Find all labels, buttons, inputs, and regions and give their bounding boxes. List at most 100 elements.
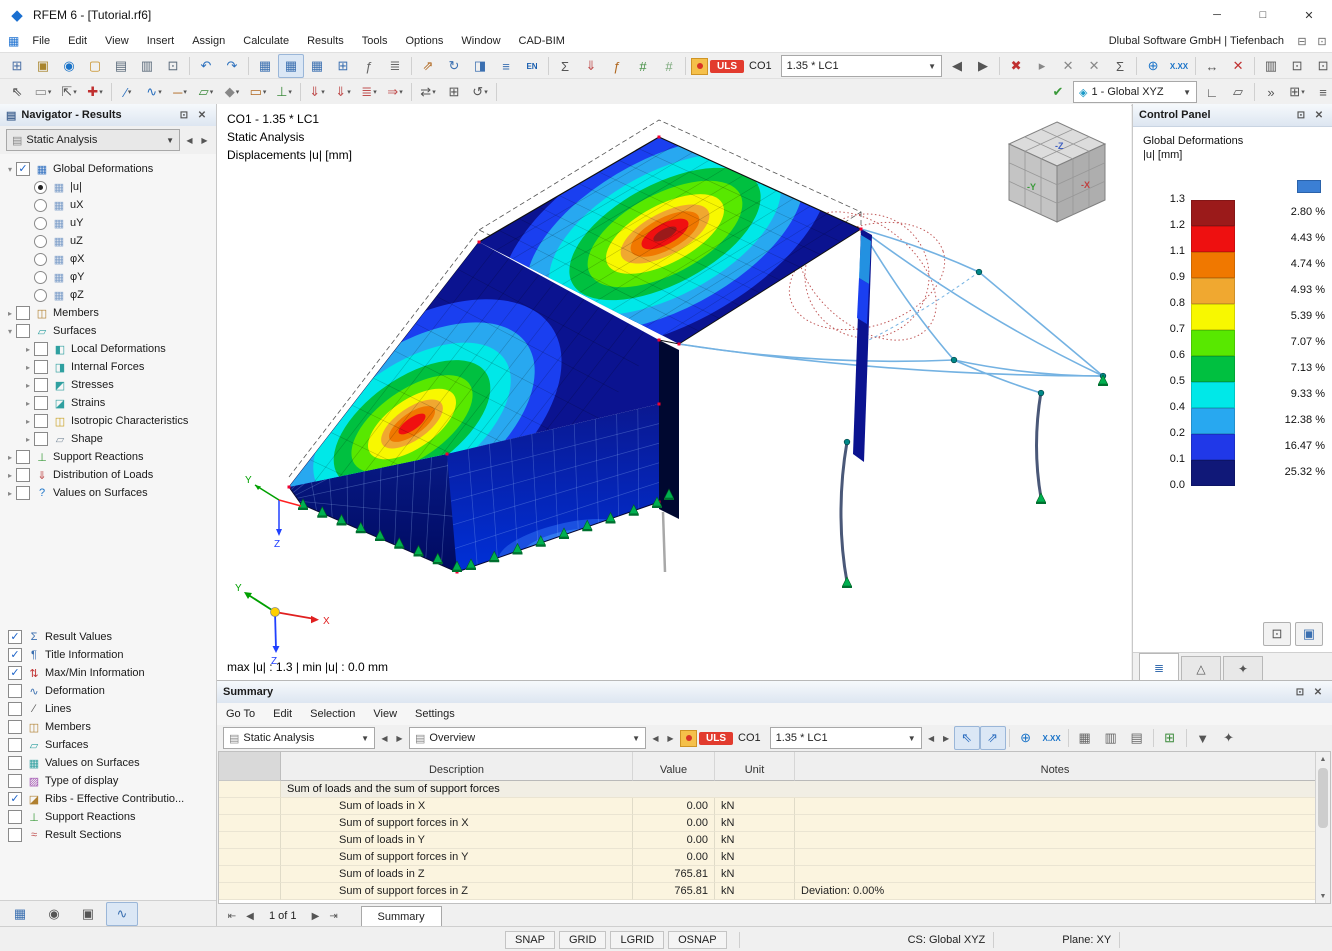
checkbox-unchecked[interactable] xyxy=(8,702,22,716)
menu-tools[interactable]: Tools xyxy=(353,32,397,50)
scale-band-4[interactable] xyxy=(1191,304,1235,330)
lgrid-toggle[interactable]: LGRID xyxy=(610,930,665,949)
option-type-of-display[interactable]: ▨ Type of display xyxy=(0,772,216,790)
open-file-icon[interactable]: ▢ xyxy=(82,54,108,78)
maximize-button[interactable]: □ xyxy=(1240,0,1286,30)
node-new-icon[interactable]: ✚ ▾ xyxy=(82,80,108,104)
scale-band-5[interactable] xyxy=(1191,330,1235,356)
summary-view-combo[interactable]: ▤ Overview ▼ xyxy=(409,727,646,749)
transform-move-icon[interactable]: ⇗ xyxy=(415,54,441,78)
load-node-icon[interactable]: ⇓ ▾ xyxy=(304,80,330,104)
cell-unit[interactable]: kN xyxy=(715,866,795,883)
solid-new-icon[interactable]: ◆ ▾ xyxy=(219,80,245,104)
scale-band-3[interactable] xyxy=(1191,278,1235,304)
checkbox-unchecked[interactable] xyxy=(34,342,48,356)
scroll-up-icon[interactable]: ▲ xyxy=(1316,752,1330,766)
save-icon[interactable]: ▤ xyxy=(108,54,134,78)
radio-unselected[interactable] xyxy=(34,270,47,284)
first-page-button[interactable]: ⇤ xyxy=(223,911,241,922)
option-members[interactable]: ◫ Members xyxy=(0,718,216,736)
tree-caret-icon[interactable]: ▸ xyxy=(22,435,34,444)
print-graphic-icon[interactable]: ▥ xyxy=(1258,54,1284,78)
checkbox-unchecked[interactable] xyxy=(8,756,22,770)
tree-item-uz[interactable]: ▦ uZ xyxy=(0,232,216,250)
scroll-thumb[interactable] xyxy=(1318,768,1328,828)
osnap-toggle[interactable]: OSNAP xyxy=(668,930,727,949)
opening-new-icon[interactable]: ▭ ▾ xyxy=(245,80,271,104)
tree-item-ux[interactable]: ▦ uX xyxy=(0,196,216,214)
checkbox-unchecked[interactable] xyxy=(8,828,22,842)
load-member-icon[interactable]: ⇓ ▾ xyxy=(330,80,356,104)
column-header-description[interactable]: Description xyxy=(281,752,633,781)
summary-prev-view-button[interactable]: ◀ xyxy=(648,728,663,748)
scale-band-2[interactable] xyxy=(1191,252,1235,278)
checkbox-checked[interactable]: ✓ xyxy=(8,648,22,662)
tree-item--x[interactable]: ▦ φX xyxy=(0,250,216,268)
section-row-label[interactable]: Sum of loads and the sum of support forc… xyxy=(281,781,1316,798)
line-new-icon[interactable]: ∕ ▾ xyxy=(115,80,141,104)
checkbox-unchecked[interactable] xyxy=(16,324,30,338)
cell-description[interactable]: Sum of loads in X xyxy=(281,798,633,815)
tree-caret-icon[interactable]: ▸ xyxy=(22,399,34,408)
mesh-settings-icon[interactable]: # xyxy=(656,54,682,78)
radio-unselected[interactable] xyxy=(34,252,47,266)
table-view-2-icon[interactable]: ▥ xyxy=(1098,726,1124,750)
tree-item-internal-forces[interactable]: ▸ ◨ Internal Forces xyxy=(0,358,216,376)
radio-unselected[interactable] xyxy=(34,288,47,302)
radio-unselected[interactable] xyxy=(34,216,47,230)
frame-2-icon[interactable]: ⊡ xyxy=(1310,54,1332,78)
cell-description[interactable]: Sum of loads in Z xyxy=(281,866,633,883)
tree-item-uy[interactable]: ▦ uY xyxy=(0,214,216,232)
menu-calculate[interactable]: Calculate xyxy=(234,32,298,50)
export-table-icon[interactable]: ⊞ xyxy=(1157,726,1183,750)
frame-1-icon[interactable]: ⊡ xyxy=(1284,54,1310,78)
new-window-icon[interactable]: ⊞ ▾ xyxy=(1284,80,1310,104)
transform-rotate-icon[interactable]: ↻ xyxy=(441,54,467,78)
panel-options-button[interactable]: ⊡ xyxy=(1263,622,1291,646)
checkbox-unchecked[interactable] xyxy=(34,432,48,446)
delete-results-icon[interactable]: ✖ xyxy=(1003,54,1029,78)
edit-move-icon[interactable]: ⇄ ▾ xyxy=(415,80,441,104)
summary-close-icon[interactable]: ✕ xyxy=(1310,684,1326,700)
web-service-icon[interactable]: ◉ xyxy=(56,54,82,78)
control-panel-close-icon[interactable]: ✕ xyxy=(1311,107,1327,123)
window-list-icon[interactable]: ≡ xyxy=(1310,80,1332,104)
scale-band-0[interactable] xyxy=(1191,200,1235,226)
dimension-icon[interactable]: ↔ xyxy=(1199,54,1225,78)
cell-notes[interactable]: Deviation: 0.00% xyxy=(795,883,1316,900)
zoom-results-icon[interactable]: ⊕ xyxy=(1140,54,1166,78)
cell-unit[interactable]: kN xyxy=(715,798,795,815)
tree-item-support-reactions[interactable]: ▸ ⊥ Support Reactions xyxy=(0,448,216,466)
transform-mirror-icon[interactable]: ◨ xyxy=(467,54,493,78)
scale-band-10[interactable] xyxy=(1191,460,1235,486)
curve-new-icon[interactable]: ∿ ▾ xyxy=(141,80,167,104)
table-view-3-icon[interactable]: ▤ xyxy=(1124,726,1150,750)
scale-band-9[interactable] xyxy=(1191,434,1235,460)
sync-selection-icon[interactable]: ⇖ xyxy=(953,726,980,750)
tree-caret-icon[interactable]: ▸ xyxy=(22,417,34,426)
tree-caret-icon[interactable]: ▸ xyxy=(4,489,16,498)
spreadsheet-icon[interactable]: ⊞ xyxy=(330,54,356,78)
cell-value[interactable]: 0.00 xyxy=(633,798,715,815)
prev-analysis-button[interactable]: ◀ xyxy=(182,130,197,150)
tree-caret-icon[interactable]: ▸ xyxy=(22,381,34,390)
tree-caret-icon[interactable]: ▸ xyxy=(4,309,16,318)
float-icon[interactable]: ⊡ xyxy=(1312,32,1332,50)
prev-combo-icon[interactable]: ◀ xyxy=(944,54,970,78)
panel-scale-button[interactable]: ▣ xyxy=(1295,622,1323,646)
cell-description[interactable]: Sum of support forces in Z xyxy=(281,883,633,900)
summary-next-combo-button[interactable]: ▶ xyxy=(939,728,954,748)
values-x2-icon[interactable]: ✕ xyxy=(1081,54,1107,78)
tree-caret-icon[interactable]: ▸ xyxy=(22,363,34,372)
checkbox-checked[interactable]: ✓ xyxy=(8,666,22,680)
tree-item-stresses[interactable]: ▸ ◩ Stresses xyxy=(0,376,216,394)
cell-notes[interactable] xyxy=(795,815,1316,832)
option-title-information[interactable]: ✓ ¶ Title Information xyxy=(0,646,216,664)
result-values-xxx-icon[interactable]: X.XX xyxy=(1166,54,1192,78)
scale-band-8[interactable] xyxy=(1191,408,1235,434)
last-page-button[interactable]: ⇥ xyxy=(325,911,343,922)
checkbox-unchecked[interactable] xyxy=(34,396,48,410)
table-view-1-icon[interactable]: ▦ xyxy=(1072,726,1098,750)
print-icon[interactable]: ▥ xyxy=(134,54,160,78)
values-x1-icon[interactable]: ✕ xyxy=(1055,54,1081,78)
